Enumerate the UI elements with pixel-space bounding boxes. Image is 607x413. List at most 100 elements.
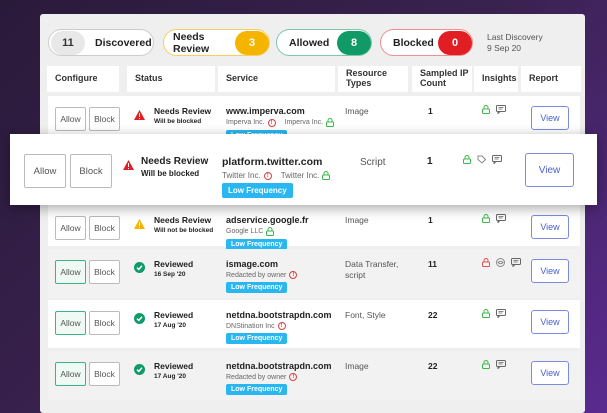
lock-icon[interactable]	[266, 227, 275, 236]
table-row: Allow Block Needs Review Will not be bloc…	[48, 205, 580, 250]
status-label: Reviewed	[154, 310, 194, 320]
col-resource-types: Resource Types	[338, 66, 408, 92]
col-report: Report	[521, 66, 581, 92]
col-sampled-ip-count[interactable]: Sampled IP Count	[412, 66, 472, 92]
filter-needs-review[interactable]: Needs Review 3	[163, 29, 270, 56]
lock-icon[interactable]	[463, 155, 471, 164]
status-detail: Will be blocked	[154, 118, 202, 125]
block-button[interactable]: Block	[89, 362, 120, 386]
lock-icon[interactable]	[482, 258, 490, 267]
last-discovery-date: 9 Sep 20	[487, 43, 522, 54]
discovered-count: 11	[51, 30, 85, 55]
status-label: Needs Review	[154, 106, 212, 116]
warning-yellow-icon	[134, 216, 145, 234]
insights	[482, 309, 506, 318]
lock-icon[interactable]	[482, 105, 490, 114]
warning-red-icon	[134, 107, 145, 125]
service-name[interactable]: netdna.bootstrapdn.com	[226, 310, 332, 320]
service-name[interactable]: adservice.google.fr	[226, 215, 309, 225]
blocked-label: Blocked	[393, 36, 434, 49]
last-discovery: Last Discovery 9 Sep 20	[487, 32, 543, 54]
table-row: Allow Block Reviewed 16 Sep '20 ismage.co…	[48, 249, 580, 298]
alert-icon[interactable]: !	[289, 373, 298, 381]
filter-allowed[interactable]: Allowed 8	[276, 29, 372, 56]
allow-button[interactable]: Allow	[24, 154, 66, 188]
allow-button[interactable]: Allow	[55, 107, 86, 131]
allow-button[interactable]: Allow	[55, 260, 86, 284]
comment-icon[interactable]	[511, 258, 521, 267]
resource-types: Image	[345, 215, 369, 225]
lock-icon[interactable]	[326, 118, 335, 127]
comment-icon[interactable]	[492, 155, 502, 164]
filter-blocked[interactable]: Blocked 0	[380, 29, 473, 56]
block-button[interactable]: Block	[89, 311, 120, 335]
privacy-icon[interactable]	[496, 258, 505, 267]
allow-button[interactable]: Allow	[55, 216, 86, 240]
status-label: Needs Review	[154, 215, 212, 225]
tag-icon[interactable]	[477, 155, 486, 164]
service-owner: Imperva Inc.	[226, 119, 265, 126]
alert-icon[interactable]: !	[289, 271, 298, 279]
check-green-icon	[134, 362, 145, 380]
comment-icon[interactable]	[496, 214, 506, 223]
insights	[482, 214, 506, 223]
resource-types: Script	[360, 157, 386, 168]
service-name[interactable]: ismage.com	[226, 259, 297, 269]
lock-icon[interactable]	[482, 309, 490, 318]
insights	[463, 155, 502, 164]
check-green-icon	[134, 260, 145, 278]
view-report-button[interactable]: View	[531, 361, 569, 385]
lock-icon[interactable]	[482, 360, 490, 369]
comment-icon[interactable]	[496, 105, 506, 114]
sampled-ip-count: 22	[428, 361, 438, 371]
service-owner: Google LLC	[226, 228, 264, 235]
lock-icon[interactable]	[482, 214, 490, 223]
allow-button[interactable]: Allow	[55, 311, 86, 335]
status-detail: 16 Sep '20	[154, 271, 186, 278]
insights	[482, 105, 506, 114]
view-report-button[interactable]: View	[531, 259, 569, 283]
view-report-button[interactable]: View	[531, 106, 569, 130]
comment-icon[interactable]	[496, 360, 506, 369]
block-button[interactable]: Block	[89, 260, 120, 284]
needs-review-count: 3	[235, 30, 269, 55]
low-frequency-tag: Low Frequency	[226, 333, 288, 344]
service-name[interactable]: www.imperva.com	[226, 106, 334, 116]
status-detail: Will not be blocked	[154, 227, 214, 234]
allow-button[interactable]: Allow	[55, 362, 86, 386]
discovered-label: Discovered	[95, 36, 152, 49]
service-owner-secondary: Twitter Inc.	[280, 171, 320, 180]
block-button[interactable]: Block	[89, 216, 120, 240]
alert-icon[interactable]: !	[277, 322, 286, 330]
block-button[interactable]: Block	[89, 107, 120, 131]
last-discovery-label: Last Discovery	[487, 32, 543, 42]
low-frequency-tag: Low Frequency	[226, 384, 288, 395]
resource-types: Data Transfer, script	[345, 259, 399, 281]
table-row: Allow Block Needs Review Will be blocked …	[48, 96, 580, 141]
view-report-button[interactable]: View	[531, 310, 569, 334]
view-report-button[interactable]: View	[531, 215, 569, 239]
table-row: Allow Block Reviewed 17 Aug '20 netdna.bo…	[48, 351, 580, 400]
comment-icon[interactable]	[496, 309, 506, 318]
status-detail: Will be blocked	[141, 169, 200, 178]
block-button[interactable]: Block	[70, 154, 112, 188]
filter-discovered[interactable]: 11 Discovered	[48, 29, 154, 56]
sampled-ip-count: 11	[428, 259, 437, 269]
warning-red-icon	[123, 157, 134, 175]
col-insights: Insights	[474, 66, 518, 92]
alert-icon[interactable]: !	[263, 171, 272, 180]
table-row: Allow Block Needs Review Will be blocked …	[10, 134, 597, 205]
service-name[interactable]: netdna.bootstrapdn.com	[226, 361, 332, 371]
service-owner: Redacted by owner	[226, 373, 287, 381]
view-report-button[interactable]: View	[525, 153, 574, 187]
service-name[interactable]: platform.twitter.com	[222, 156, 330, 168]
service-owner-secondary: Imperva Inc.	[284, 119, 324, 126]
service-owner: DNStination Inc	[226, 322, 275, 330]
sampled-ip-count: 1	[428, 106, 433, 116]
sampled-ip-count: 1	[428, 215, 433, 225]
table-row: Allow Block Reviewed 17 Aug '20 netdna.bo…	[48, 300, 580, 348]
lock-icon[interactable]	[322, 171, 331, 180]
alert-icon[interactable]: !	[267, 118, 276, 127]
col-status: Status	[127, 66, 215, 92]
blocked-count: 0	[438, 30, 472, 55]
